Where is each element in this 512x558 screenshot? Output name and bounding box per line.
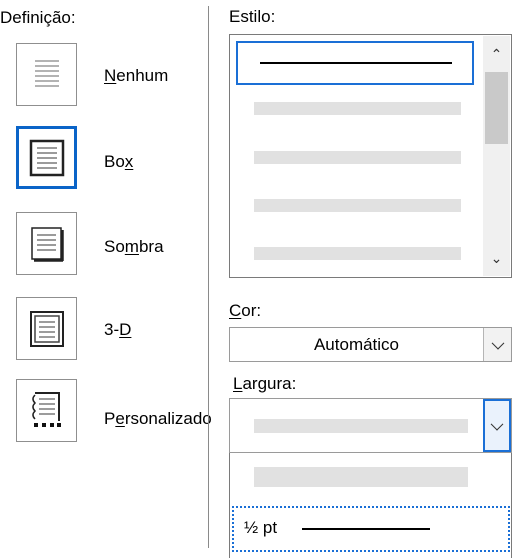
style-listbox[interactable]: ⌃ ⌄ [229,34,512,278]
setting-3d-label[interactable]: 3-D [104,320,131,340]
style-item[interactable] [254,102,461,115]
style-item[interactable] [254,151,461,164]
width-line-sample [302,528,430,530]
border-3d-icon [29,310,64,347]
color-value: Automático [313,335,400,354]
style-item[interactable] [254,247,461,260]
setting-none-label[interactable]: Nenhum [104,66,168,86]
border-box-icon [29,139,64,176]
setting-3d-button[interactable] [16,297,77,360]
setting-box-button[interactable] [16,126,77,189]
estilo-heading: Estilo: [229,7,276,26]
width-combobox[interactable] [229,398,512,453]
chevron-down-icon [491,336,504,350]
width-option[interactable] [254,467,468,487]
border-custom-icon [31,391,61,427]
setting-none-button[interactable] [16,43,77,106]
setting-custom-button[interactable] [16,379,77,442]
style-scrollbar[interactable]: ⌃ ⌄ [483,36,510,276]
setting-shadow-label[interactable]: Sombra [104,237,164,257]
scroll-down-icon[interactable]: ⌄ [483,248,510,268]
chevron-down-icon [490,417,504,431]
largura-label: Largura: [233,374,297,393]
setting-box-label[interactable]: Box [104,152,133,172]
width-dropdown-button[interactable] [483,399,511,452]
color-dropdown-button[interactable] [483,328,511,361]
width-option-value: ½ pt [244,518,278,537]
border-none-icon [34,59,59,87]
scroll-up-icon[interactable]: ⌃ [483,44,510,64]
solid-line-sample [260,62,452,64]
style-item[interactable] [254,199,461,212]
scroll-thumb[interactable] [485,72,508,144]
setting-custom-label[interactable]: Personalizado [104,409,212,429]
width-placeholder-bar [254,419,468,433]
definicao-heading: Definição: [0,8,76,27]
cor-label: Cor: [229,301,262,320]
setting-shadow-button[interactable] [16,212,77,275]
style-item-selected[interactable] [236,41,474,85]
width-option-selected[interactable]: ½ pt [232,506,510,552]
color-combobox[interactable]: Automático [229,327,512,362]
column-divider [208,6,209,548]
border-shadow-icon [30,226,64,262]
